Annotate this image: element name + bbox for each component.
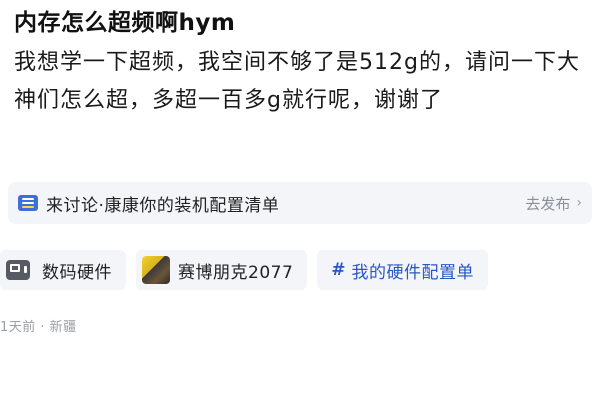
chevron-right-icon: › (576, 195, 582, 211)
topic-text: 来讨论·康康你的装机配置清单 (46, 195, 280, 216)
tag-label: 赛博朋克2077 (178, 262, 294, 283)
tag-hardware-config[interactable]: # 我的硬件配置单 (317, 250, 489, 290)
post-meta: 1天前 · 新疆 (0, 320, 77, 335)
tag-cyberpunk-2077[interactable]: 赛博朋克2077 (136, 250, 308, 290)
post-page: 内存怎么超频啊hym 我想学一下超频，我空间不够了是512g的，请问一下大神们怎… (0, 0, 600, 400)
game-thumbnail-icon (142, 256, 170, 284)
tag-digital-hardware[interactable]: 数码硬件 (0, 250, 126, 290)
hashtag-icon: # (331, 260, 346, 280)
publish-label: 去发布 (525, 194, 571, 213)
tag-row: 数码硬件 赛博朋克2077 # 我的硬件配置单 (0, 250, 600, 290)
post-body: 我想学一下超频，我空间不够了是512g的，请问一下大神们怎么超，多超一百多g就行… (14, 50, 580, 113)
topic-badge-icon (18, 195, 38, 211)
tag-label: 我的硬件配置单 (351, 262, 475, 283)
publish-link[interactable]: 去发布 › (525, 193, 582, 214)
device-icon (6, 260, 30, 280)
post-title: 内存怎么超频啊hym (14, 10, 236, 36)
tag-label: 数码硬件 (42, 262, 112, 283)
topic-card[interactable]: 来讨论·康康你的装机配置清单 去发布 › (8, 182, 592, 224)
